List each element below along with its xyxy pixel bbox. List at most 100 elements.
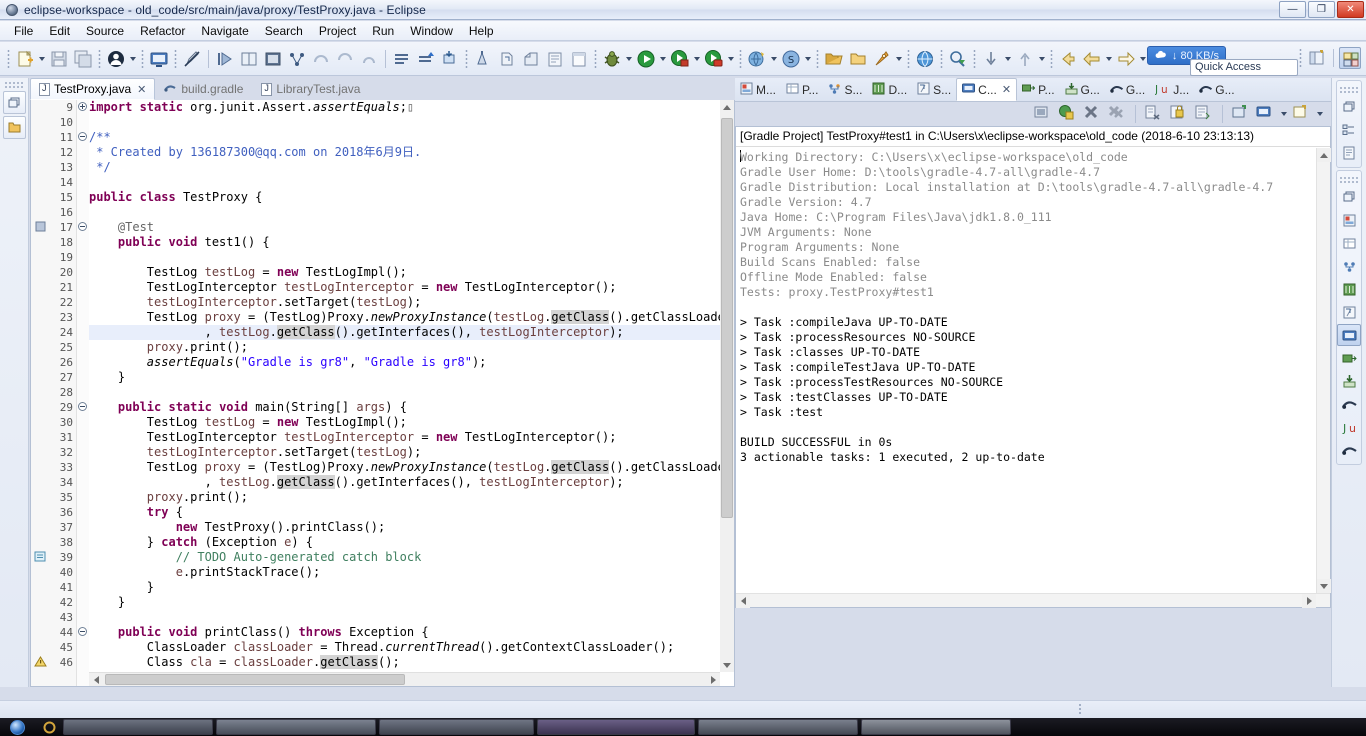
scroll-left-icon[interactable] <box>736 594 750 608</box>
code-line[interactable]: TestLog proxy = (TestLog)Proxy.newProxyI… <box>89 310 720 325</box>
scroll-down-icon[interactable] <box>720 658 734 672</box>
menu-window[interactable]: Window <box>402 22 461 40</box>
menu-file[interactable]: File <box>6 22 41 40</box>
code-line[interactable]: TestLog testLog = new TestLogImpl(); <box>89 415 720 430</box>
terminate-all-icon[interactable] <box>1057 103 1078 125</box>
taskbar-item-7[interactable] <box>861 719 1011 735</box>
refactor-icon[interactable] <box>286 48 308 70</box>
code-line[interactable] <box>89 250 720 265</box>
export-icon[interactable] <box>496 48 518 70</box>
code-line[interactable]: /** <box>89 130 720 145</box>
rocket-dropdown-icon[interactable] <box>894 48 904 70</box>
gradle-tasks-icon[interactable] <box>1337 393 1361 415</box>
warning-marker-icon[interactable] <box>33 655 47 670</box>
restore-icon[interactable] <box>1337 186 1361 208</box>
external-tools-dropdown-icon[interactable] <box>769 48 779 70</box>
scroll-left-icon[interactable] <box>89 673 103 687</box>
outline-icon[interactable] <box>1337 119 1361 141</box>
console-icon[interactable] <box>1337 324 1361 346</box>
new-file-dropdown-icon[interactable] <box>37 48 47 70</box>
step-over-icon[interactable] <box>214 48 236 70</box>
bug-icon[interactable] <box>601 48 623 70</box>
data-source-explorer-icon[interactable] <box>1337 278 1361 300</box>
code-line[interactable]: // TODO Auto-generated catch block <box>89 550 720 565</box>
import-icon[interactable] <box>520 48 542 70</box>
properties-icon[interactable] <box>1337 232 1361 254</box>
console-icon[interactable] <box>148 48 170 70</box>
rocket-icon[interactable] <box>871 48 893 70</box>
editor-tab-testproxy[interactable]: TestProxy.java ✕ <box>30 78 155 100</box>
code-line[interactable] <box>89 175 720 190</box>
code-line[interactable]: public void test1() { <box>89 235 720 250</box>
svn-dropdown-icon[interactable] <box>803 48 813 70</box>
save-icon[interactable] <box>48 48 70 70</box>
svn-icon[interactable]: S <box>780 48 802 70</box>
console-tab-0[interactable]: M... <box>735 79 781 101</box>
fold-collapse-icon[interactable] <box>78 222 87 231</box>
menu-refactor[interactable]: Refactor <box>132 22 193 40</box>
left-strip-handle[interactable] <box>4 81 24 89</box>
menu-project[interactable]: Project <box>311 22 364 40</box>
new-file-icon[interactable] <box>14 48 36 70</box>
server-icon[interactable] <box>472 48 494 70</box>
scroll-lock-icon[interactable] <box>1143 103 1164 125</box>
menu-navigate[interactable]: Navigate <box>193 22 256 40</box>
code-line[interactable]: , testLog.getClass().getInterfaces(), te… <box>89 325 720 340</box>
code-line[interactable] <box>89 610 720 625</box>
code-line[interactable]: import static org.junit.Assert.assertEqu… <box>89 100 720 115</box>
coverage-dropdown-icon[interactable] <box>692 48 702 70</box>
arc-icon[interactable] <box>334 48 356 70</box>
package-explorer-icon[interactable] <box>3 116 26 139</box>
restore-icon[interactable] <box>3 91 26 114</box>
open-console-icon[interactable] <box>1291 103 1312 125</box>
coverage-icon[interactable] <box>669 48 691 70</box>
code-line[interactable]: e.printStackTrace(); <box>89 565 720 580</box>
console-tab-7[interactable]: G... <box>1060 79 1105 101</box>
scroll-up-icon[interactable] <box>720 100 734 114</box>
code-line[interactable]: } <box>89 370 720 385</box>
restore-icon[interactable] <box>1337 96 1361 118</box>
arc-icon[interactable] <box>358 48 380 70</box>
editor-folding-ruler[interactable] <box>77 100 89 686</box>
run-dropdown-icon[interactable] <box>658 48 668 70</box>
user-icon[interactable] <box>105 48 127 70</box>
arc-icon[interactable] <box>310 48 332 70</box>
code-line[interactable]: * Created by 136187300@qq.com on 2018年6月… <box>89 145 720 160</box>
code-line[interactable]: assertEquals("Gradle is gr8", "Gradle is… <box>89 355 720 370</box>
bookmark-marker-icon[interactable] <box>33 220 47 235</box>
minimize-button[interactable]: — <box>1279 1 1306 18</box>
code-line[interactable]: ClassLoader classLoader = Thread.current… <box>89 640 720 655</box>
markers-icon[interactable] <box>1337 209 1361 231</box>
start-button[interactable] <box>0 719 34 736</box>
run-green-icon[interactable] <box>635 48 657 70</box>
junit-icon[interactable]: Ju <box>1337 416 1361 438</box>
open-folder-icon[interactable] <box>823 48 845 70</box>
editor-vscrollbar[interactable] <box>720 100 734 672</box>
console-output[interactable]: Working Directory: C:\Users\x\eclipse-wo… <box>736 148 1316 593</box>
code-line[interactable]: */ <box>89 160 720 175</box>
user-dropdown-icon[interactable] <box>128 48 138 70</box>
console-tab-2[interactable]: S... <box>823 79 867 101</box>
remove-all-icon[interactable] <box>1107 103 1128 125</box>
display-console-dropdown-icon[interactable] <box>1279 103 1289 125</box>
code-line[interactable]: new TestProxy().printClass(); <box>89 520 720 535</box>
toolbar-drag-handle[interactable] <box>7 49 10 69</box>
console-tab-6[interactable]: P... <box>1017 79 1059 101</box>
taskbar-item-1[interactable] <box>38 719 60 735</box>
globe-icon[interactable] <box>914 48 936 70</box>
code-line[interactable] <box>89 385 720 400</box>
code-line[interactable]: TestLogInterceptor testLogInterceptor = … <box>89 280 720 295</box>
taskbar-item-6[interactable] <box>698 719 858 735</box>
menu-help[interactable]: Help <box>461 22 502 40</box>
console-tab-5[interactable]: C...✕ <box>956 78 1017 101</box>
taskbar-item-2[interactable] <box>63 719 213 735</box>
up-arrow-icon[interactable] <box>1014 48 1036 70</box>
console-tab-1[interactable]: P... <box>781 79 823 101</box>
word-wrap-icon[interactable] <box>1193 103 1214 125</box>
editor-vscroll-thumb[interactable] <box>721 118 733 518</box>
maximize-button[interactable]: ❐ <box>1308 1 1335 18</box>
clear-icon[interactable] <box>1032 103 1053 125</box>
fold-expand-icon[interactable] <box>78 102 87 111</box>
editor-code[interactable]: import static org.junit.Assert.assertEqu… <box>89 100 720 672</box>
snippets-icon[interactable] <box>1337 301 1361 323</box>
